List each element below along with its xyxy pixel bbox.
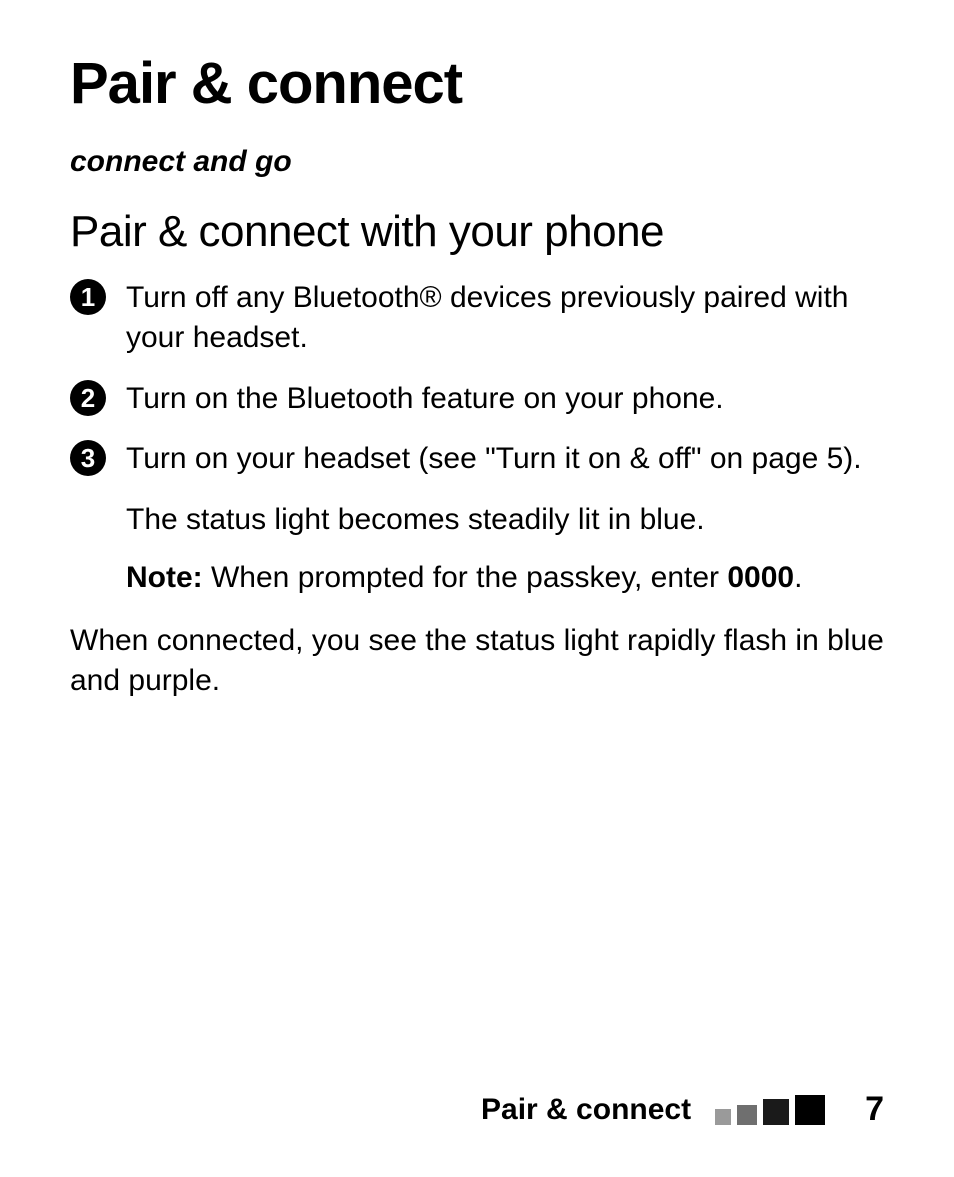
status-line: The status light becomes steadily lit in… [126, 500, 884, 541]
step-text: Turn on the Bluetooth feature on your ph… [126, 379, 724, 420]
step-number-icon: 3 [70, 440, 106, 476]
note-text: When prompted for the passkey, enter [203, 561, 728, 594]
step-item: 1 Turn off any Bluetooth® devices previo… [70, 278, 884, 359]
body-paragraph: When connected, you see the status light… [70, 621, 884, 702]
page-title: Pair & connect [70, 50, 884, 117]
square-icon [737, 1105, 757, 1125]
step-text: Turn on your headset (see "Turn it on & … [126, 439, 862, 480]
footer-section-label: Pair & connect [481, 1093, 691, 1127]
page-footer: Pair & connect 7 [481, 1090, 884, 1129]
section-heading: Pair & connect with your phone [70, 207, 884, 258]
step-item: 3 Turn on your headset (see "Turn it on … [70, 439, 884, 480]
passkey: 0000 [727, 561, 794, 594]
footer-decoration-icon [709, 1095, 825, 1125]
square-icon [795, 1095, 825, 1125]
note-line: Note: When prompted for the passkey, ent… [126, 558, 884, 599]
steps-list: 1 Turn off any Bluetooth® devices previo… [70, 278, 884, 480]
step-number-icon: 2 [70, 380, 106, 416]
note-label: Note: [126, 561, 203, 594]
step-text: Turn off any Bluetooth® devices previous… [126, 278, 884, 359]
step-number-icon: 1 [70, 279, 106, 315]
note-period: . [794, 561, 802, 594]
square-icon [763, 1099, 789, 1125]
tagline: connect and go [70, 145, 884, 179]
step-item: 2 Turn on the Bluetooth feature on your … [70, 379, 884, 420]
document-page: Pair & connect connect and go Pair & con… [0, 0, 954, 1177]
page-number: 7 [865, 1090, 884, 1129]
square-icon [715, 1109, 731, 1125]
